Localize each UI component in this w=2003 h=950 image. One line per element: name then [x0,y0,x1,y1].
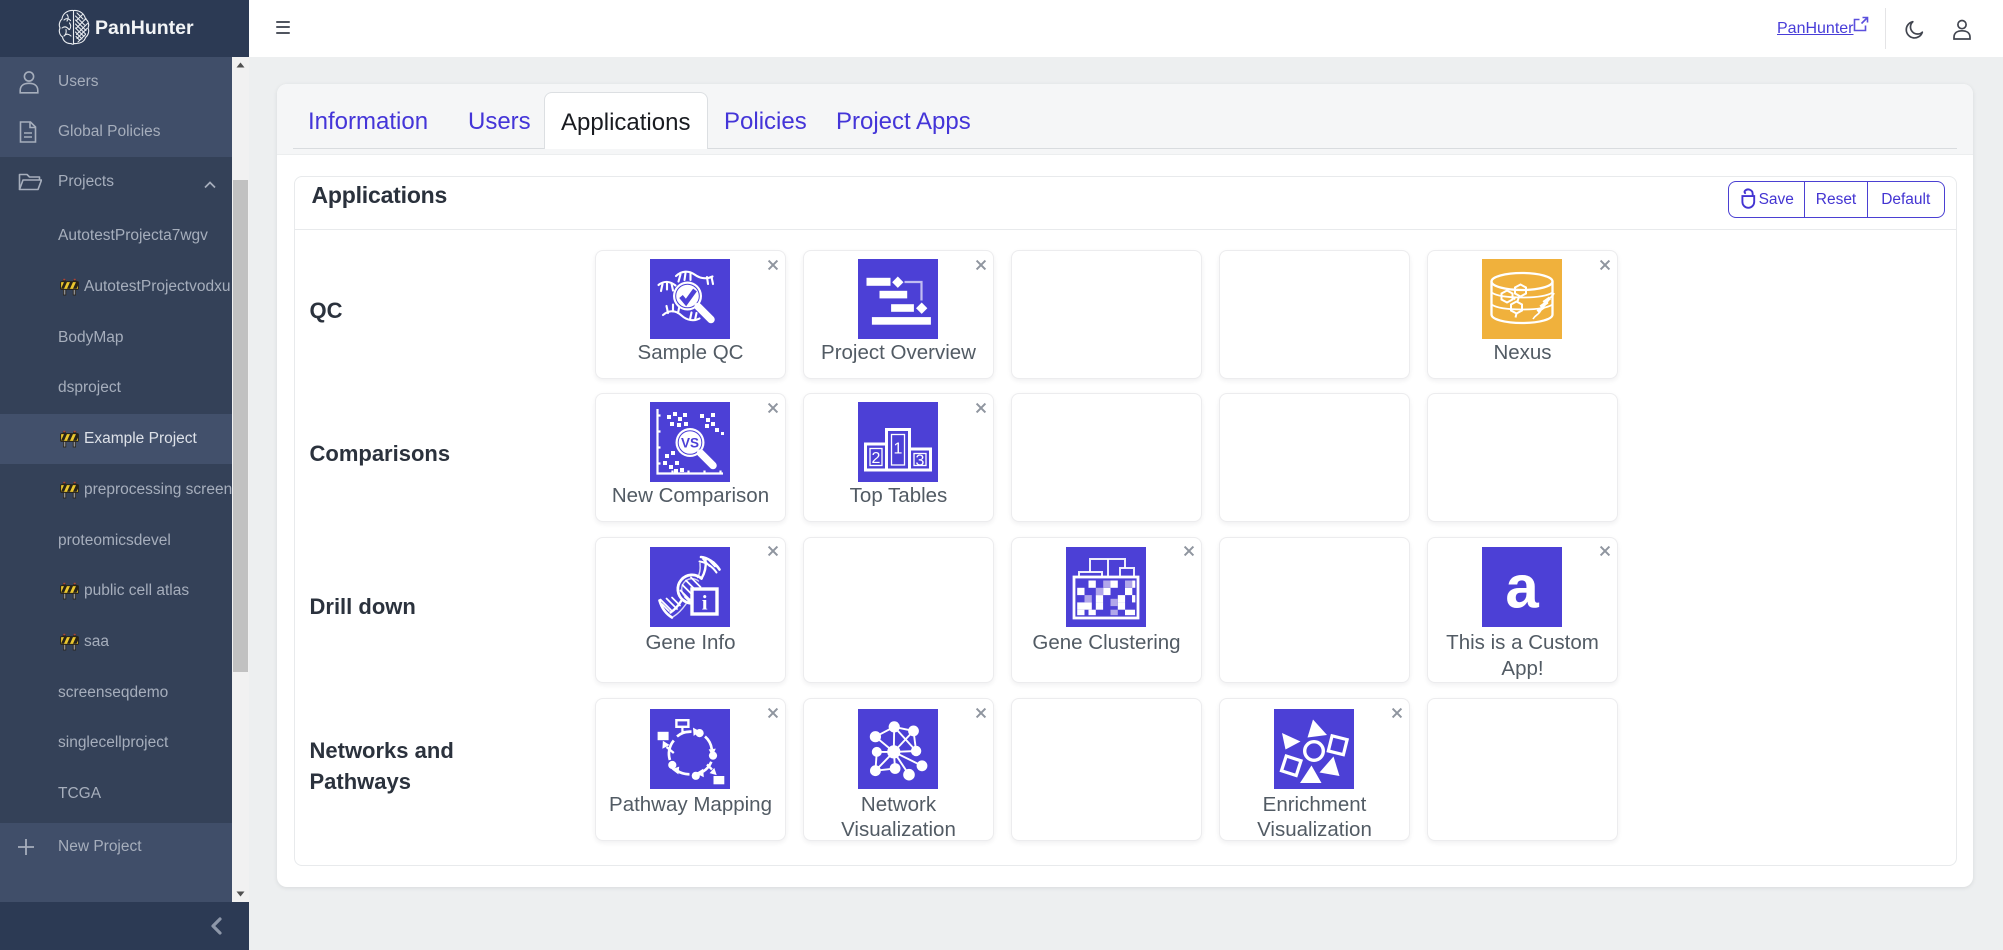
svg-text:a: a [1506,554,1540,621]
svg-text:VS: VS [681,436,699,451]
svg-text:1: 1 [894,441,903,458]
svg-text:i: i [702,591,708,615]
svg-text:2: 2 [872,450,881,467]
svg-text:3: 3 [916,453,925,470]
